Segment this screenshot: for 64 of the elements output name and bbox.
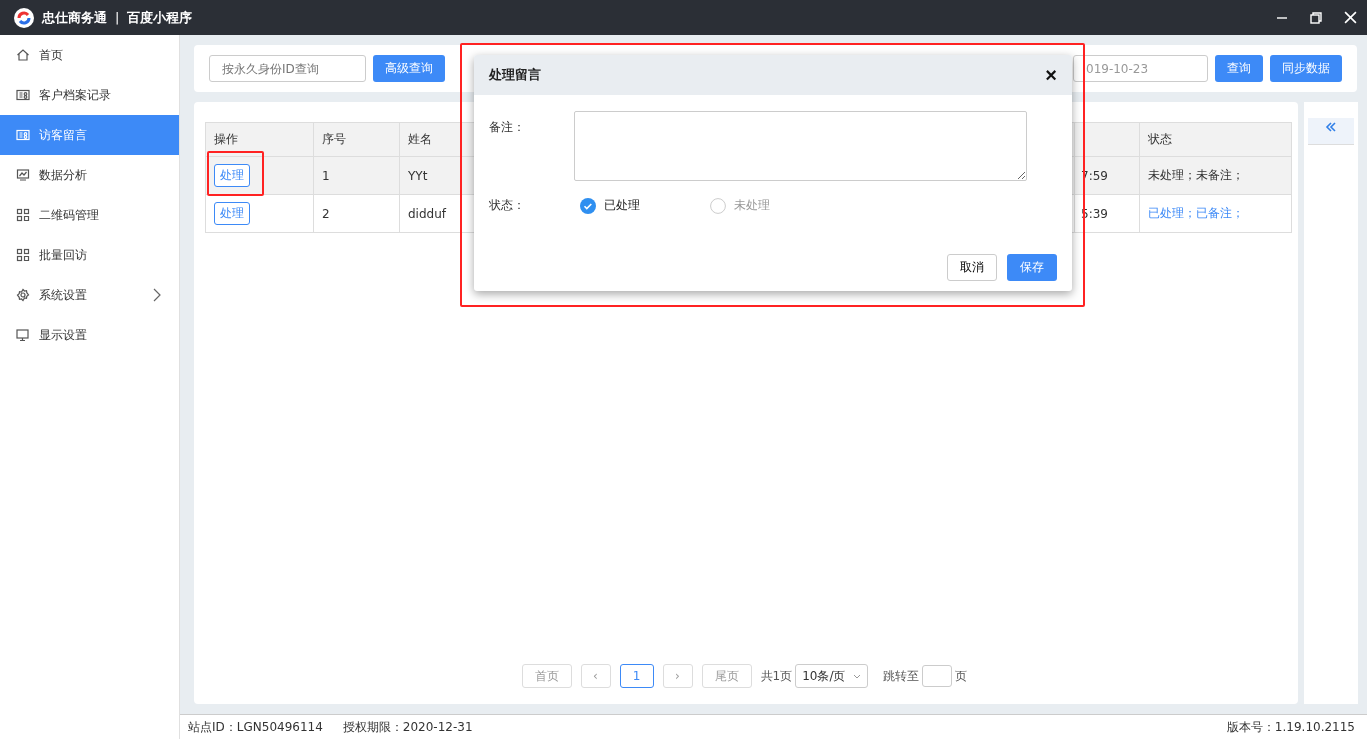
chevron-icon [153, 288, 161, 302]
next-page-button[interactable]: › [662, 664, 693, 688]
remark-label: 备注： [489, 119, 526, 136]
advanced-search-button[interactable]: 高级查询 [373, 55, 445, 82]
cancel-button[interactable]: 取消 [947, 254, 997, 281]
grid-icon [16, 248, 30, 262]
sidebar-item[interactable]: 客户档案记录 [0, 75, 179, 115]
dropdown-icon [853, 673, 862, 679]
column-header: 序号 [313, 122, 400, 157]
card-icon [16, 128, 30, 142]
radio-option[interactable]: 未处理 [704, 197, 834, 214]
jump-label: 跳转至 [883, 667, 920, 685]
save-button[interactable]: 保存 [1007, 254, 1057, 281]
sidebar-item[interactable]: 显示设置 [0, 315, 179, 355]
license-expiry: 授权期限：2020-12-31 [342, 718, 473, 736]
table-cell: YYt [399, 156, 461, 195]
column-header: 状态 [1139, 122, 1292, 157]
window-title: 百度小程序 [127, 8, 193, 27]
radio-option[interactable]: 已处理 [574, 197, 704, 214]
page-jump-field[interactable] [922, 665, 953, 687]
first-page-button[interactable]: 首页 [521, 664, 572, 688]
grid-icon [16, 208, 30, 222]
sidebar-item[interactable]: 访客留言 [0, 115, 179, 155]
restore-icon[interactable] [1310, 11, 1322, 24]
table-cell: 2 [313, 194, 400, 233]
process-button[interactable]: 处理 [214, 164, 250, 187]
page-button[interactable]: 1 [619, 664, 654, 688]
sidebar-item[interactable]: 批量回访 [0, 235, 179, 275]
query-button[interactable]: 查询 [1215, 55, 1263, 82]
page-suffix: 页 [955, 667, 968, 685]
table-cell: 已处理；已备注； [1139, 194, 1292, 233]
column-header: 操作 [205, 122, 314, 157]
sync-button[interactable]: 同步数据 [1270, 55, 1342, 82]
status-label: 状态： [489, 197, 526, 214]
sidebar-item[interactable]: 首页 [0, 35, 179, 75]
last-page-button[interactable]: 尾页 [701, 664, 752, 688]
table-cell: 未处理；未备注； [1139, 156, 1292, 195]
close-button[interactable]: × [1045, 65, 1057, 85]
display-icon [16, 328, 30, 342]
page-size-select[interactable]: 10条/页 [795, 664, 869, 688]
close-icon[interactable] [1344, 11, 1357, 24]
site-id: 站点ID：LGN50496114 [188, 718, 323, 736]
remark-field[interactable] [574, 111, 1027, 181]
app-name: 忠仕商务通 [42, 8, 107, 27]
monitor-chart-icon [16, 168, 30, 182]
date-field[interactable]: 019-10-23 [1073, 55, 1208, 82]
sidebar-item[interactable]: 数据分析 [0, 155, 179, 195]
sidebar-item[interactable]: 系统设置 [0, 275, 179, 315]
gear-icon [16, 288, 30, 302]
double-chevron-icon [1325, 121, 1337, 133]
process-button[interactable]: 处理 [214, 202, 250, 225]
column-header: 姓名 [399, 122, 461, 157]
dialog-title: 处理留言 [489, 66, 541, 84]
highlight-frame [207, 151, 264, 196]
home-icon [16, 48, 30, 62]
sidebar-item[interactable]: 二维码管理 [0, 195, 179, 235]
logo-icon [14, 7, 34, 28]
title-separator: | [115, 10, 120, 25]
table-cell: 1 [313, 156, 400, 195]
previous-page-button[interactable]: ‹ [580, 664, 611, 688]
version-number: 版本号：1.19.10.2115 [1226, 718, 1355, 736]
search-field[interactable]: 按永久身份ID查询 [209, 55, 366, 82]
page-count: 共1页 [760, 667, 793, 685]
card-icon [16, 88, 30, 102]
